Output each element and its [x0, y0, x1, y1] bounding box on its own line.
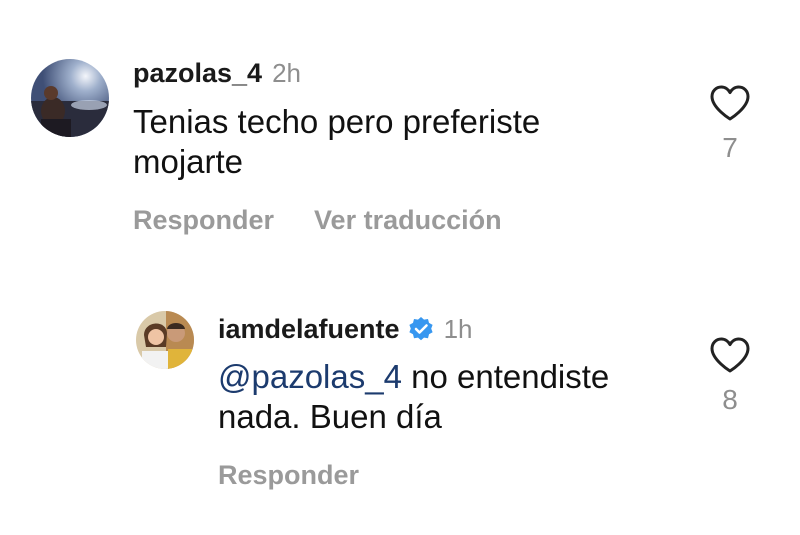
comment-text: Tenias techo pero preferiste mojarte — [133, 102, 653, 182]
comment-text-line: mojarte — [133, 143, 244, 180]
comment-text-fragment: no entendiste — [401, 358, 610, 395]
reply-button[interactable]: Responder — [218, 460, 359, 490]
like-control: 7 — [705, 84, 755, 164]
comment-actions: Responder — [218, 460, 359, 491]
timestamp: 1h — [443, 314, 473, 344]
heart-outline-icon[interactable] — [709, 84, 751, 122]
comment-text-line: nada. Buen día — [218, 398, 442, 435]
comment-text: @pazolas_4 no entendiste nada. Buen día — [218, 357, 698, 437]
username[interactable]: iamdelafuente — [218, 314, 400, 345]
comment-header: iamdelafuente 1h — [218, 312, 472, 345]
verified-badge-icon — [408, 316, 434, 342]
username[interactable]: pazolas_4 — [133, 58, 262, 89]
comment-actions: Responder Ver traducción — [133, 205, 502, 236]
comment-iamdelafuente: iamdelafuente 1h @pazolas_4 no entendist… — [0, 280, 800, 520]
timestamp: 2h — [272, 58, 301, 88]
like-count: 7 — [722, 132, 738, 163]
comment-header: pazolas_4 2h — [133, 58, 301, 89]
avatar-image — [136, 311, 194, 369]
mention-link[interactable]: @pazolas_4 — [218, 358, 402, 395]
reply-button[interactable]: Responder — [133, 205, 274, 235]
comment-text-line: @pazolas_4 no entendiste — [218, 357, 698, 397]
like-count: 8 — [722, 384, 738, 415]
comment-text-line: Tenias techo pero preferiste — [133, 103, 541, 140]
avatar[interactable] — [136, 311, 194, 369]
heart-outline-icon[interactable] — [709, 336, 751, 374]
see-translation-button[interactable]: Ver traducción — [314, 205, 502, 235]
comment-pazolas: pazolas_4 2h Tenias techo pero preferist… — [0, 0, 800, 260]
like-control: 8 — [705, 336, 755, 416]
avatar-image — [31, 59, 109, 137]
avatar[interactable] — [31, 59, 109, 137]
